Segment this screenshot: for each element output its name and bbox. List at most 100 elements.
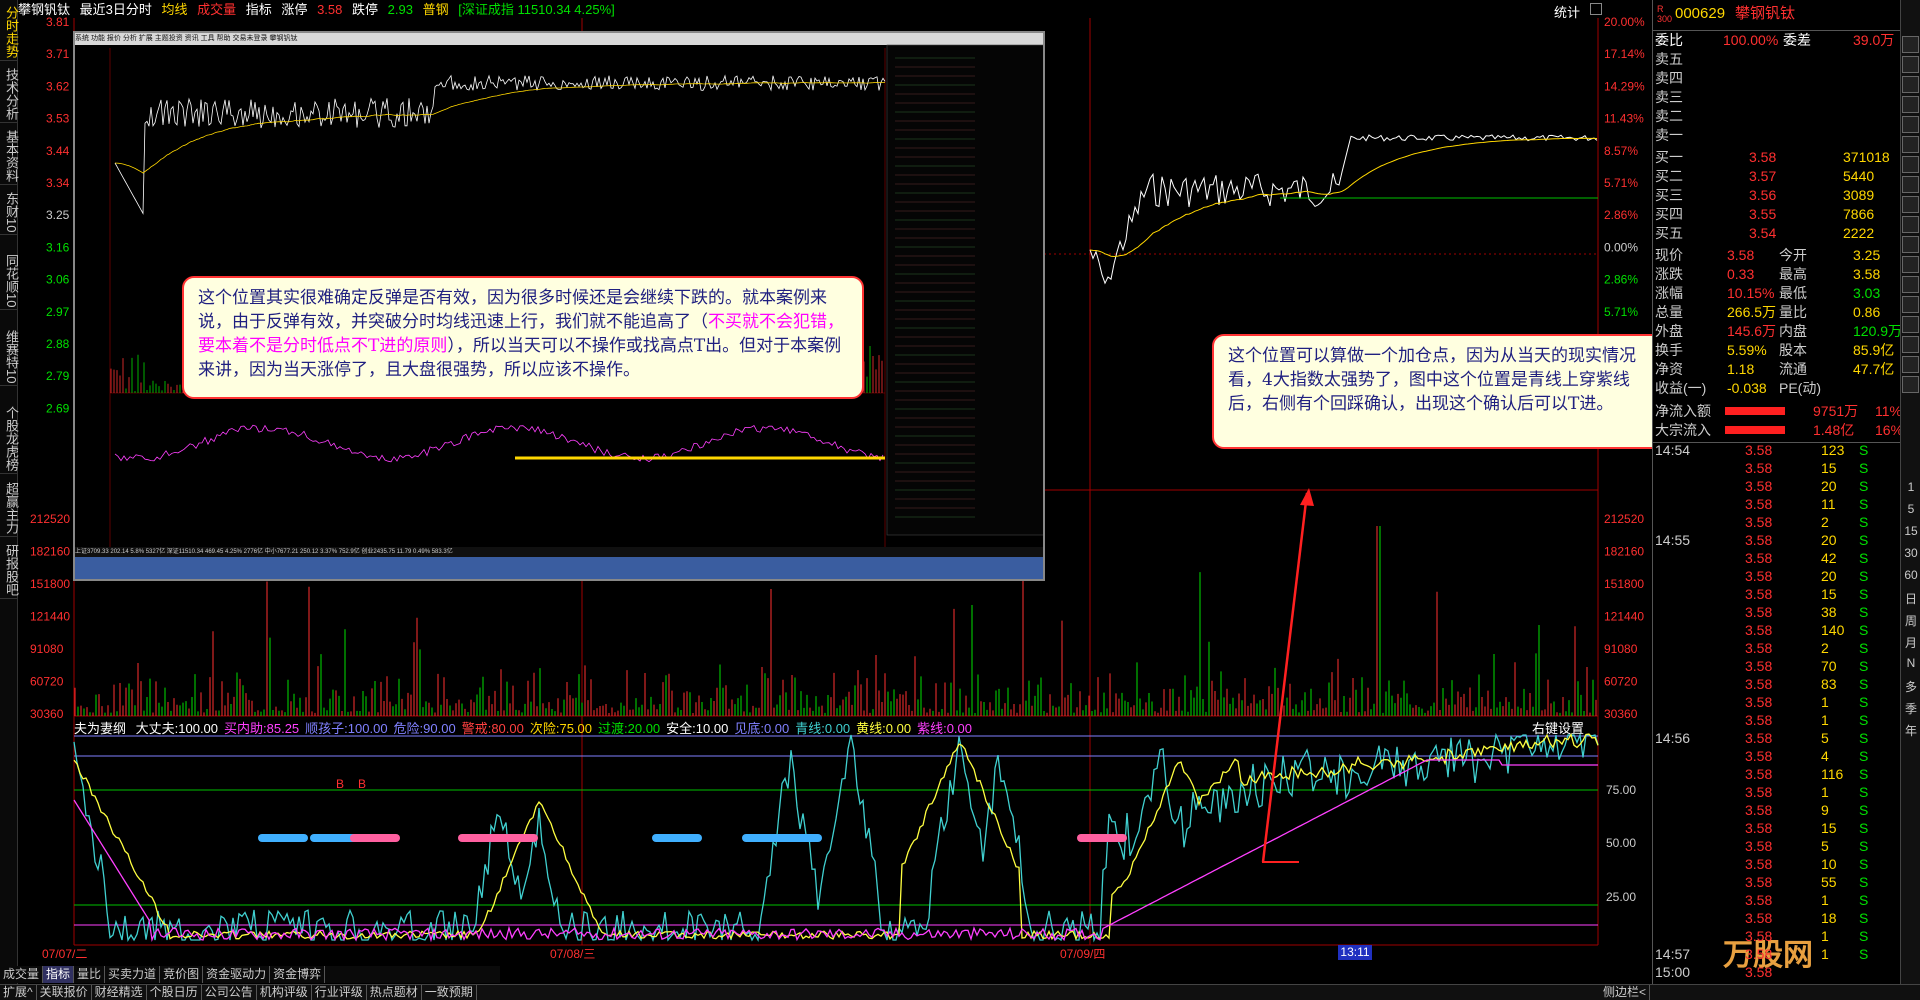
tool-icon-8[interactable] bbox=[1902, 196, 1919, 213]
tool-icon-7[interactable] bbox=[1902, 176, 1919, 193]
period-button-5[interactable]: 5 bbox=[1903, 502, 1919, 516]
chart-subtab-5[interactable]: 资金驱动力 bbox=[203, 966, 271, 983]
period-button-多[interactable]: 多 bbox=[1903, 678, 1919, 695]
period-button-日[interactable]: 日 bbox=[1903, 590, 1919, 607]
tick-row-27: 3.58 1 S bbox=[1653, 927, 1901, 945]
tick-volume: 2 bbox=[1821, 640, 1829, 656]
bottom-tab-5[interactable]: 机构评级 bbox=[257, 985, 312, 1000]
tick-price: 3.58 bbox=[1745, 676, 1773, 692]
tick-volume: 15 bbox=[1821, 460, 1837, 476]
left-tab-8[interactable]: 研报股吧 bbox=[0, 542, 19, 599]
chart-subtab-2[interactable]: 量比 bbox=[74, 966, 106, 983]
period-button-N[interactable]: N bbox=[1903, 656, 1919, 670]
tick-side: S bbox=[1859, 766, 1869, 782]
indicator-settings[interactable]: 右键设置 bbox=[1532, 718, 1584, 737]
tick-time: 14:55 bbox=[1655, 532, 1691, 548]
bottom-tab-7[interactable]: 热点题材 bbox=[367, 985, 422, 1000]
left-tab-4[interactable]: 同花顺10 bbox=[0, 252, 19, 311]
bottom-tab-8[interactable]: 一致预期 bbox=[422, 985, 477, 1000]
indicator-item-7: 安全:10.00 bbox=[666, 721, 729, 736]
tick-row-16: 14:56 3.58 5 S bbox=[1653, 729, 1901, 747]
tick-row-19: 3.58 1 S bbox=[1653, 783, 1901, 801]
stat-label-2: 最高 bbox=[1779, 266, 1807, 282]
left-tab-2[interactable]: 基本资料 bbox=[0, 128, 19, 185]
chart-subtab-6[interactable]: 资金博弈 bbox=[270, 966, 326, 983]
bottom-tab-0[interactable]: 扩展^ bbox=[0, 985, 37, 1000]
left-tab-5[interactable]: 维赛特10 bbox=[0, 328, 19, 387]
price-line bbox=[1089, 134, 1598, 285]
period-button-60[interactable]: 60 bbox=[1903, 568, 1919, 582]
stat-value-1: 145.6万 bbox=[1727, 323, 1777, 339]
volume-tick-right-5: 60720 bbox=[1604, 675, 1638, 689]
volume-tick-right-3: 121440 bbox=[1604, 610, 1644, 624]
tool-icon-6[interactable] bbox=[1902, 156, 1919, 173]
tick-side: S bbox=[1859, 820, 1869, 836]
flow-bar bbox=[1725, 426, 1785, 434]
buy-row-2: 买三 3.56 3089 bbox=[1653, 186, 1901, 205]
price-tick-right-1: 17.14% bbox=[1604, 47, 1645, 61]
chart-subtab-3[interactable]: 买卖力道 bbox=[105, 966, 161, 983]
indicator-item-10: 黄线:0.00 bbox=[856, 721, 912, 736]
tool-icon-9[interactable] bbox=[1902, 216, 1919, 233]
chart-subtab-4[interactable]: 竞价图 bbox=[160, 966, 204, 983]
tool-icon-13[interactable] bbox=[1902, 296, 1919, 313]
volume-tick-right-2: 151800 bbox=[1604, 577, 1644, 591]
tick-side: S bbox=[1859, 802, 1869, 818]
period-button-1[interactable]: 1 bbox=[1903, 480, 1919, 494]
tick-price: 3.58 bbox=[1745, 946, 1773, 962]
stat-row-4: 外盘 145.6万 内盘 120.9万 bbox=[1653, 322, 1902, 341]
price-tick-right-0: 20.00% bbox=[1604, 15, 1645, 29]
tick-volume: 10 bbox=[1821, 856, 1837, 872]
chart-subtab-1[interactable]: 指标 bbox=[43, 966, 75, 983]
left-tab-6[interactable]: 个股龙虎榜 bbox=[0, 404, 19, 474]
tool-icon-4[interactable] bbox=[1902, 116, 1919, 133]
left-tab-3[interactable]: 东财10 bbox=[0, 190, 19, 236]
tick-row-18: 3.58 116 S bbox=[1653, 765, 1901, 783]
stat-label-1: 净资 bbox=[1655, 361, 1683, 377]
period-button-季[interactable]: 季 bbox=[1903, 700, 1919, 717]
tool-icon-10[interactable] bbox=[1902, 236, 1919, 253]
price-tick-left-10: 2.88 bbox=[46, 337, 70, 351]
chart-subtab-0[interactable]: 成交量 bbox=[0, 966, 44, 983]
tool-icon-14[interactable] bbox=[1902, 316, 1919, 333]
tool-icon-2[interactable] bbox=[1902, 76, 1919, 93]
period-button-15[interactable]: 15 bbox=[1903, 524, 1919, 538]
tool-icon-5[interactable] bbox=[1902, 136, 1919, 153]
bottom-tab-6[interactable]: 行业评级 bbox=[312, 985, 367, 1000]
stat-value-2: 3.58 bbox=[1853, 266, 1881, 282]
tick-volume: 38 bbox=[1821, 604, 1837, 620]
signal-pill-4 bbox=[652, 834, 702, 842]
period-button-周[interactable]: 周 bbox=[1903, 612, 1919, 629]
quote-title: R 300 000629 攀钢钒钛 bbox=[1657, 4, 1796, 24]
bottom-tab-4[interactable]: 公司公告 bbox=[202, 985, 257, 1000]
tool-icon-12[interactable] bbox=[1902, 276, 1919, 293]
price-tick-left-0: 3.81 bbox=[46, 15, 70, 29]
period-button-30[interactable]: 30 bbox=[1903, 546, 1919, 560]
tool-icon-1[interactable] bbox=[1902, 56, 1919, 73]
stat-label-2: 流通 bbox=[1779, 361, 1807, 377]
stat-value-2: 85.9亿 bbox=[1853, 342, 1895, 358]
tool-icon-17[interactable] bbox=[1902, 376, 1919, 393]
left-tab-7[interactable]: 超赢主力 bbox=[0, 480, 19, 537]
bottom-tab-1[interactable]: 关联报价 bbox=[37, 985, 92, 1000]
period-button-年[interactable]: 年 bbox=[1903, 722, 1919, 739]
tool-icon-15[interactable] bbox=[1902, 336, 1919, 353]
tick-row-10: 3.58 140 S bbox=[1653, 621, 1901, 639]
tool-icon-16[interactable] bbox=[1902, 356, 1919, 373]
bottom-tab-3[interactable]: 个股日历 bbox=[147, 985, 202, 1000]
tick-side: S bbox=[1859, 658, 1869, 674]
tool-icon-3[interactable] bbox=[1902, 96, 1919, 113]
period-button-月[interactable]: 月 bbox=[1903, 634, 1919, 651]
volume-tick-left-2: 151800 bbox=[30, 577, 70, 591]
tick-volume: 20 bbox=[1821, 532, 1837, 548]
stat-label-2: 内盘 bbox=[1779, 323, 1807, 339]
tool-icon-0[interactable] bbox=[1902, 36, 1919, 53]
sidebar-toggle[interactable]: 侧边栏< bbox=[1600, 985, 1651, 1000]
tick-volume: 140 bbox=[1821, 622, 1845, 638]
left-tab-0[interactable]: 分时走势 bbox=[0, 4, 19, 61]
left-tab-1[interactable]: 技术分析 bbox=[0, 66, 19, 123]
tool-icon-11[interactable] bbox=[1902, 256, 1919, 273]
tick-side: S bbox=[1859, 676, 1869, 692]
indicator-tick-2: 25.00 bbox=[1606, 890, 1636, 904]
bottom-tab-2[interactable]: 财经精选 bbox=[92, 985, 147, 1000]
